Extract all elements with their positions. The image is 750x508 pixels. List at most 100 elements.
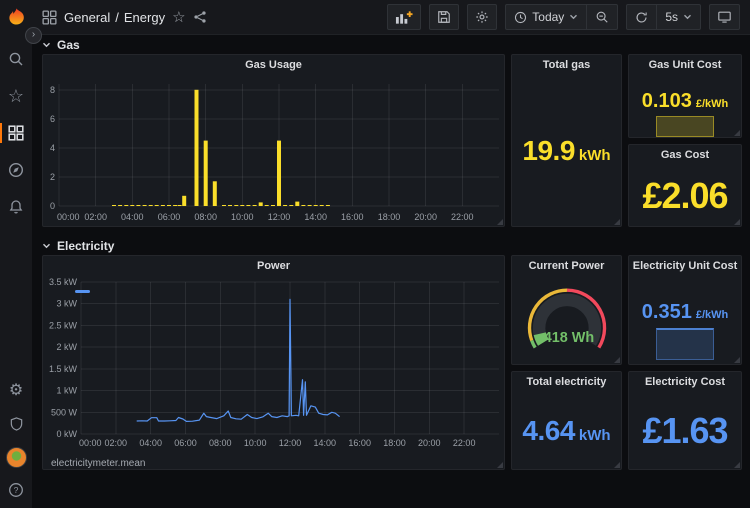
svg-text:16:00: 16:00 [341,212,364,222]
dashboard-canvas: Gas Gas Usage 0246800:0002:0004:0006:000… [32,34,750,508]
chevron-down-icon [42,42,51,48]
svg-text:500 W: 500 W [51,407,78,417]
zoom-out-icon [595,10,609,24]
svg-text:1.5 kW: 1.5 kW [49,364,78,374]
total-electricity-value: 4.64 [522,415,575,447]
panel-header-current-power[interactable]: Current Power [529,256,605,276]
sidebar-item-configuration[interactable]: ⚙ [0,378,32,404]
time-range-label: Today [532,10,564,24]
svg-text:3 kW: 3 kW [56,299,77,309]
add-panel-button[interactable] [387,4,421,30]
svg-text:12:00: 12:00 [268,212,291,222]
sidebar-item-starred[interactable]: ☆ [0,83,32,109]
help-icon: ? [8,482,24,498]
legend-series-swatch [75,290,90,293]
sidebar-item-profile[interactable] [0,444,32,470]
refresh-icon [635,11,648,24]
panel-header-gas-unit-cost[interactable]: Gas Unit Cost [649,55,722,75]
monitor-icon [717,10,732,24]
panel-electricity-cost: Electricity Cost £1.63 [628,371,742,470]
svg-text:04:00: 04:00 [121,212,144,222]
gas-unit-cost-value-group: 0.103 £/kWh [642,90,728,113]
electricity-unit-cost-value: 0.351 [642,301,692,324]
sidebar-expand-button[interactable]: › [25,27,42,44]
svg-text:2.5 kW: 2.5 kW [49,320,78,330]
panel-header-total-electricity[interactable]: Total electricity [527,372,607,392]
total-electricity-value-group: 4.64 kWh [522,415,610,447]
svg-text:06:00: 06:00 [174,438,197,448]
section-title: Electricity [57,239,114,253]
panel-gas-unit-cost: Gas Unit Cost 0.103 £/kWh [628,54,742,138]
electricity-unit-cost-bar [656,328,714,360]
share-icon[interactable] [193,10,207,24]
sidebar-bottom-items: ⚙ ? [0,378,32,503]
section-header-electricity[interactable]: Electricity [42,238,114,254]
sidebar-item-server-admin[interactable] [0,411,32,437]
sidebar-item-explore[interactable] [0,157,32,183]
electricity-unit-cost-value-group: 0.351 £/kWh [642,301,728,324]
star-dashboard-icon[interactable]: ☆ [172,10,185,25]
left-sidebar: ☆ ⚙ [0,0,32,508]
svg-text:06:00: 06:00 [158,212,181,222]
chevron-down-icon [42,243,51,249]
gas-cost-value: £2.06 [642,175,727,217]
section-header-gas[interactable]: Gas [42,37,80,53]
gas-unit-cost-value: 0.103 [642,90,692,113]
panel-header-electricity-cost[interactable]: Electricity Cost [645,372,725,392]
breadcrumb-dashboard[interactable]: Energy [124,10,165,25]
svg-text:14:00: 14:00 [314,438,337,448]
gas-unit-cost-unit: £/kWh [696,98,728,110]
refresh-interval-picker[interactable]: 5s [656,5,700,29]
panel-title: Gas Usage [245,59,302,71]
panel-header-electricity-unit-cost[interactable]: Electricity Unit Cost [633,256,738,276]
section-title: Gas [57,38,80,52]
svg-text:02:00: 02:00 [105,438,128,448]
panel-header-total-gas[interactable]: Total gas [543,55,590,75]
panel-title: Power [257,260,290,272]
breadcrumb-separator: / [115,10,119,25]
legend-series-label[interactable]: electricitymeter.mean [51,458,145,469]
panel-title: Gas Unit Cost [649,59,722,71]
cycle-view-mode-button[interactable] [709,4,740,30]
gas-unit-cost-bar [656,116,714,137]
sidebar-item-alerting[interactable] [0,194,32,220]
svg-text:02:00: 02:00 [84,212,107,222]
time-range-picker[interactable]: Today [506,5,586,29]
panel-title: Electricity Unit Cost [633,260,738,272]
panel-header-gas-cost[interactable]: Gas Cost [661,145,709,165]
panel-title: Total gas [543,59,590,71]
svg-text:04:00: 04:00 [139,438,162,448]
svg-text:0: 0 [50,201,55,211]
sidebar-item-dashboards[interactable] [0,120,32,146]
power-chart[interactable]: 0 kW500 W1 kW1.5 kW2 kW2.5 kW3 kW3.5 kW0… [43,276,504,456]
bell-icon [8,199,24,215]
panel-total-gas: Total gas 19.9 kWh [511,54,622,227]
svg-text:18:00: 18:00 [383,438,406,448]
dashboards-grid-icon [8,125,24,141]
panel-power: Power 0 kW500 W1 kW1.5 kW2 kW2.5 kW3 kW3… [42,255,505,470]
chevron-down-icon [569,14,578,20]
svg-text:22:00: 22:00 [453,438,476,448]
panel-header-gas-usage[interactable]: Gas Usage [43,55,504,75]
shield-icon [9,416,24,432]
total-gas-value: 19.9 [522,135,575,167]
panel-header-power[interactable]: Power [43,256,504,276]
svg-text:8: 8 [50,85,55,95]
svg-text:?: ? [14,485,19,495]
breadcrumb-folder[interactable]: General [64,10,110,25]
power-legend: electricitymeter.mean [43,456,504,470]
sidebar-top-items: ☆ [0,46,32,220]
breadcrumb: General / Energy ☆ [42,10,207,25]
save-dashboard-button[interactable] [429,4,459,30]
breadcrumb-path[interactable]: General / Energy [64,10,165,25]
panel-gas-usage: Gas Usage 0246800:0002:0004:0006:0008:00… [42,54,505,227]
svg-text:2 kW: 2 kW [56,342,77,352]
gas-usage-chart[interactable]: 0246800:0002:0004:0006:0008:0010:0012:00… [43,75,504,230]
sidebar-item-search[interactable] [0,46,32,72]
refresh-button[interactable] [627,5,656,29]
electricity-cost-value: £1.63 [642,410,727,452]
dashboard-settings-button[interactable] [467,4,497,30]
panel-title: Current Power [529,260,605,272]
sidebar-item-help[interactable]: ? [0,477,32,503]
zoom-out-time-button[interactable] [586,5,617,29]
